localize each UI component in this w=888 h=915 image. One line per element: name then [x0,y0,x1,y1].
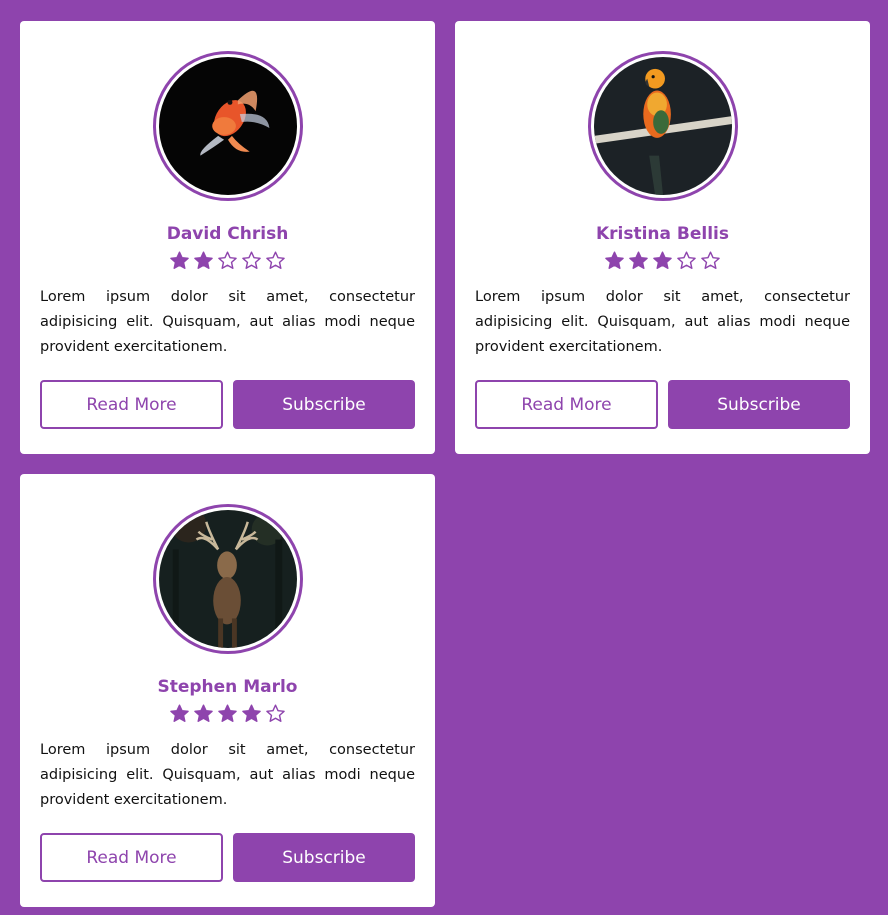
avatar [588,51,738,201]
card-grid: David Chrish Lorem ipsum dolor sit amet,… [0,0,888,915]
subscribe-button[interactable]: Subscribe [233,380,415,429]
profile-card: Kristina Bellis Lorem ipsum dolor sit am… [455,21,870,454]
star-empty-icon [676,250,697,271]
avatar [153,51,303,201]
avatar [153,504,303,654]
subscribe-button[interactable]: Subscribe [233,833,415,882]
star-filled-icon [241,703,262,724]
star-rating [20,250,435,272]
star-filled-icon [652,250,673,271]
subscribe-button[interactable]: Subscribe [668,380,850,429]
profile-name: Kristina Bellis [595,224,730,244]
star-empty-icon [265,250,286,271]
profile-name: David Chrish [166,224,289,244]
star-empty-icon [217,250,238,271]
star-rating [20,703,435,725]
star-filled-icon [217,703,238,724]
read-more-button[interactable]: Read More [40,380,223,429]
star-filled-icon [628,250,649,271]
parrot-photo [594,57,732,195]
star-filled-icon [193,703,214,724]
goldfish-photo [159,57,297,195]
star-empty-icon [700,250,721,271]
profile-card: Stephen Marlo Lorem ipsum dolor sit amet… [20,474,435,907]
profile-description: Lorem ipsum dolor sit amet, consectetur … [40,742,415,808]
star-filled-icon [193,250,214,271]
profile-description: Lorem ipsum dolor sit amet, consectetur … [40,289,415,355]
profile-description: Lorem ipsum dolor sit amet, consectetur … [475,289,850,355]
read-more-button[interactable]: Read More [475,380,658,429]
profile-name: Stephen Marlo [157,677,298,697]
star-filled-icon [604,250,625,271]
star-empty-icon [265,703,286,724]
star-empty-icon [241,250,262,271]
deer-photo [159,510,297,648]
profile-card: David Chrish Lorem ipsum dolor sit amet,… [20,21,435,454]
star-rating [455,250,870,272]
star-filled-icon [169,250,190,271]
star-filled-icon [169,703,190,724]
read-more-button[interactable]: Read More [40,833,223,882]
